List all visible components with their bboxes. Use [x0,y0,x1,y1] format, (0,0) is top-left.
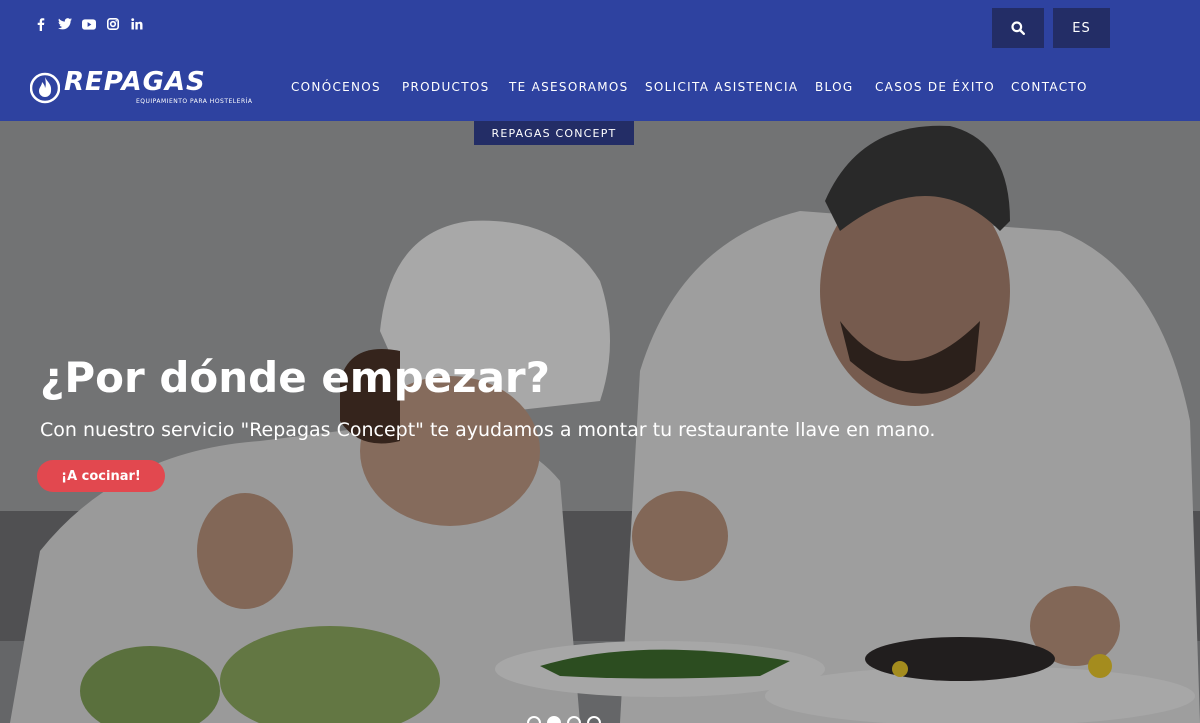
logo-tagline: EQUIPAMIENTO PARA HOSTELERÍA [136,98,253,105]
slider-dot[interactable] [587,716,601,723]
hero-subtitle: Con nuestro servicio "Repagas Concept" t… [40,419,936,441]
nav-item-casos-de-exito[interactable]: CASOS DE ÉXITO [875,80,995,94]
slider-dot[interactable] [527,716,541,723]
submenu-repagas-concept[interactable]: REPAGAS CONCEPT [474,121,634,145]
instagram-icon[interactable] [106,16,120,32]
nav-item-blog[interactable]: BLOG [815,80,853,94]
slider-dots [527,716,601,723]
hero-title: ¿Por dónde empezar? [40,353,550,402]
flame-logo-icon [30,72,60,104]
linkedin-icon[interactable] [130,16,144,32]
nav-item-solicita-asistencia[interactable]: SOLICITA ASISTENCIA [645,80,798,94]
site-header: ES REPAGAS EQUIPAMIENTO PARA HOSTELERÍA … [0,0,1200,121]
nav-item-conocenos[interactable]: CONÓCENOS [291,80,381,94]
logo-wordmark: REPAGAS [64,67,206,97]
facebook-icon[interactable] [34,16,48,32]
nav-item-productos[interactable]: PRODUCTOS [402,80,490,94]
nav-item-te-asesoramos[interactable]: TE ASESORAMOS [509,80,629,94]
hero-slider: ¿Por dónde empezar? Con nuestro servicio… [0,121,1200,723]
site-logo[interactable]: REPAGAS EQUIPAMIENTO PARA HOSTELERÍA [30,67,252,110]
twitter-icon[interactable] [58,16,72,32]
social-links [34,16,144,32]
search-button[interactable] [992,8,1044,48]
nav-item-contacto[interactable]: CONTACTO [1011,80,1088,94]
slider-dot-active[interactable] [547,716,561,723]
cta-button[interactable]: ¡A cocinar! [37,460,165,492]
youtube-icon[interactable] [82,16,96,32]
search-icon [1011,21,1025,35]
slider-dot[interactable] [567,716,581,723]
language-selector[interactable]: ES [1053,8,1110,48]
